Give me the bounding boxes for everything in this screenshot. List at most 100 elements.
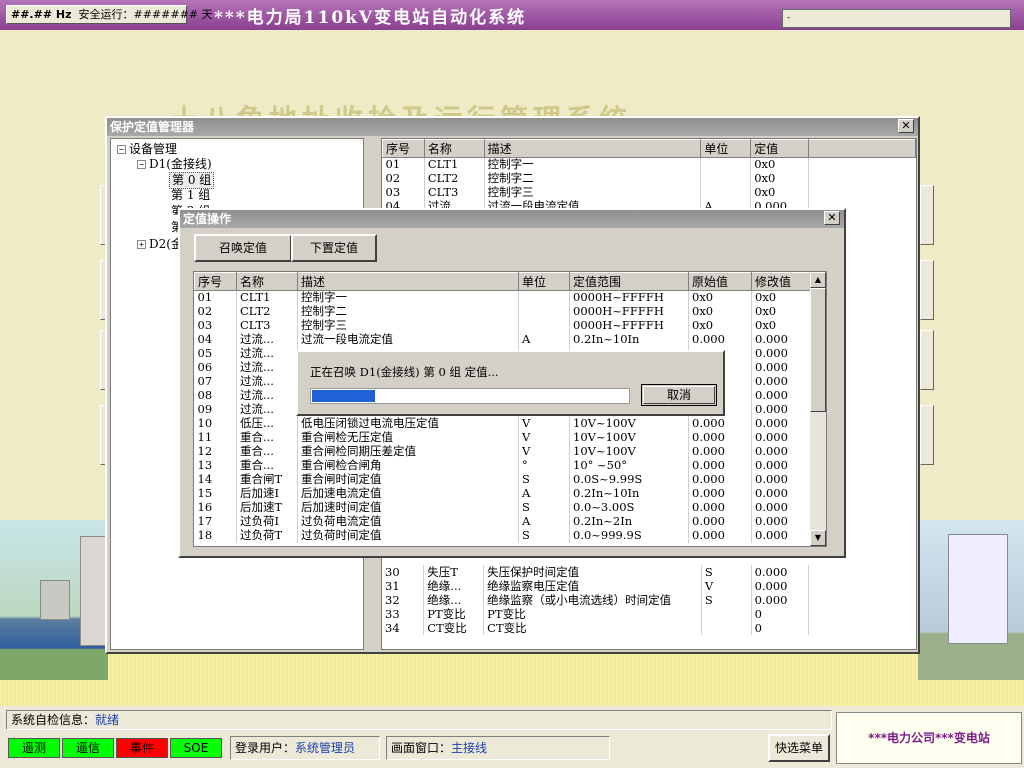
expand-icon[interactable]: + xyxy=(137,240,146,249)
table-cell: 0000H~FFFFH xyxy=(569,304,689,319)
indicator-telesignal[interactable]: 遥信 xyxy=(62,738,114,758)
table-row[interactable]: 34 CT变比 CT变比 0 xyxy=(382,621,916,635)
column-header[interactable]: 描述 xyxy=(297,272,519,291)
table-row[interactable]: 03 CLT3 控制字三 0x0 xyxy=(382,185,916,200)
table-row[interactable]: 17 过负荷I 过负荷电流定值 A 0.2In~2In 0.000 0.000 xyxy=(194,514,813,529)
operation-title: 定值操作 xyxy=(183,212,232,226)
collapse-icon[interactable]: − xyxy=(137,160,146,169)
column-header[interactable]: 单位 xyxy=(700,139,752,158)
setting-table-lower: 30 失压T 失压保护时间定值 S 0.000 31 绝缘... 绝缘监察电压定值 V 0.000… xyxy=(382,565,916,635)
table-row[interactable]: 18 过负荷T 过负荷时间定值 S 0.0~999.9S 0.000 0.000 xyxy=(194,528,813,543)
table-row[interactable]: 13 重合... 重合闸检合闸角 ° 10° ~50° 0.000 0.000 xyxy=(194,458,813,473)
table-row[interactable]: 31 绝缘... 绝缘监察电压定值 V 0.000 xyxy=(382,579,916,593)
manager-titlebar: 保护定值管理器 ✕ xyxy=(107,118,918,136)
table-cell: S xyxy=(518,500,570,515)
user-label: 登录用户： xyxy=(235,741,296,755)
column-header[interactable]: 定值 xyxy=(750,139,809,158)
table-cell: 10° ~50° xyxy=(569,458,689,473)
close-icon[interactable]: ✕ xyxy=(898,119,914,133)
table-row[interactable]: 04 过流... 过流一段电流定值 A 0.2In~10In 0.000 0.000 xyxy=(194,332,813,347)
table-cell: 失压T xyxy=(423,565,485,579)
table-cell: 34 xyxy=(382,621,425,635)
table-cell: 02 xyxy=(194,304,237,319)
vertical-scrollbar[interactable]: ▲ ▼ xyxy=(810,272,826,546)
indicator-soe[interactable]: SOE xyxy=(170,738,222,758)
table-cell: 0.000 xyxy=(751,430,813,445)
table-cell: CLT1 xyxy=(236,290,298,305)
column-header[interactable]: 名称 xyxy=(423,139,485,158)
column-header[interactable]: 序号 xyxy=(382,139,425,158)
column-header-empty xyxy=(807,139,916,158)
scroll-up-icon[interactable]: ▲ xyxy=(810,272,826,288)
table-row[interactable]: 10 低压... 低电压闭锁过电流电压定值 V 10V~100V 0.000 0.000 xyxy=(194,416,813,431)
title-bar: ##.## Hz 安全运行：####### 天 ***电力局110kV变电站自动… xyxy=(0,0,1024,30)
table-row[interactable]: 01 CLT1 控制字一 0000H~FFFFH 0x0 0x0 xyxy=(194,290,813,305)
table-cell: 0x0 xyxy=(751,290,813,305)
table-cell: 过流... xyxy=(236,402,298,417)
column-header[interactable]: 单位 xyxy=(518,272,570,291)
scroll-down-icon[interactable]: ▼ xyxy=(810,530,826,546)
close-icon[interactable]: ✕ xyxy=(824,211,840,225)
tree-item-d2[interactable]: + D2(金 xyxy=(137,237,183,252)
column-header[interactable]: 名称 xyxy=(236,272,298,291)
table-cell: 0x0 xyxy=(688,290,752,305)
table-cell: PT变比 xyxy=(423,607,485,621)
table-cell: 0.000 xyxy=(688,528,752,543)
table-header: 序号 名称 描述 单位 定值 xyxy=(382,139,916,158)
table-cell: 绝缘监察（或小电流选线）时间定值 xyxy=(483,593,702,607)
table-row[interactable]: 11 重合... 重合闸检无压定值 V 10V~100V 0.000 0.000 xyxy=(194,430,813,445)
table-cell: 0.000 xyxy=(751,593,810,607)
setting-table: 序号 名称 描述 单位 定值 01 CLT1 控制字一 0x0 02 CLT2 控制字二 0x… xyxy=(382,139,916,214)
table-cell: A xyxy=(518,332,570,347)
background-panel-button xyxy=(920,185,934,245)
table-cell: 32 xyxy=(382,593,425,607)
table-row[interactable]: 32 绝缘... 绝缘监察（或小电流选线）时间定值 S 0.000 xyxy=(382,593,916,607)
tree-item-group-1[interactable]: 第 1 组 xyxy=(171,188,210,203)
table-row[interactable]: 03 CLT3 控制字三 0000H~FFFFH 0x0 0x0 xyxy=(194,318,813,333)
table-row[interactable]: 16 后加速T 后加速时间定值 S 0.0~3.00S 0.000 0.000 xyxy=(194,500,813,515)
table-cell: 14 xyxy=(194,472,237,487)
table-row[interactable]: 02 CLT2 控制字二 0x0 xyxy=(382,171,916,186)
top-right-input[interactable]: - xyxy=(782,9,1011,28)
table-cell: 0.0~999.9S xyxy=(569,528,689,543)
table-cell: 0.000 xyxy=(688,500,752,515)
table-row[interactable]: 33 PT变比 PT变比 0 xyxy=(382,607,916,621)
frequency-value: ##.## Hz xyxy=(11,8,72,21)
indicator-event[interactable]: 事件 xyxy=(116,738,168,758)
scrollbar-thumb[interactable] xyxy=(810,288,826,412)
table-cell: S xyxy=(518,528,570,543)
table-cell: 0x0 xyxy=(750,171,809,186)
table-cell: 重合闸检无压定值 xyxy=(297,430,519,445)
download-settings-button[interactable]: 下置定值 xyxy=(291,234,377,262)
quick-menu-button[interactable]: 快选菜单 xyxy=(768,734,830,762)
cancel-button[interactable]: 取消 xyxy=(641,384,717,406)
table-cell: CLT3 xyxy=(424,185,485,200)
table-row[interactable]: 14 重合闸T 重合闸时间定值 S 0.0S~9.99S 0.000 0.000 xyxy=(194,472,813,487)
table-row[interactable]: 01 CLT1 控制字一 0x0 xyxy=(382,157,916,172)
table-cell: S xyxy=(701,593,752,607)
table-cell: 10 xyxy=(194,416,237,431)
table-row[interactable]: 15 后加速I 后加速电流定值 A 0.2In~10In 0.000 0.000 xyxy=(194,486,813,501)
table-cell: 01 xyxy=(382,157,425,172)
tree-item-d1[interactable]: − D1(金接线) xyxy=(137,157,212,172)
manager-title: 保护定值管理器 xyxy=(110,120,195,134)
tree-item-root[interactable]: − 设备管理 xyxy=(117,142,177,157)
table-row[interactable]: 30 失压T 失压保护时间定值 S 0.000 xyxy=(382,565,916,579)
column-header[interactable]: 定值范围 xyxy=(569,272,689,291)
indicator-telemetry[interactable]: 遥测 xyxy=(8,738,60,758)
table-cell: 重合... xyxy=(236,458,298,473)
table-cell: 后加速电流定值 xyxy=(297,486,519,501)
column-header[interactable]: 序号 xyxy=(194,272,237,291)
background-panel-button xyxy=(920,260,934,320)
column-header[interactable]: 描述 xyxy=(483,139,702,158)
table-cell xyxy=(518,318,570,333)
table-row[interactable]: 12 重合... 重合闸检同期压差定值 V 10V~100V 0.000 0.000 xyxy=(194,444,813,459)
table-cell: 0.000 xyxy=(688,430,752,445)
table-cell: 控制字二 xyxy=(484,171,702,186)
column-header[interactable]: 原始值 xyxy=(688,272,752,291)
collapse-icon[interactable]: − xyxy=(117,145,126,154)
table-row[interactable]: 02 CLT2 控制字二 0000H~FFFFH 0x0 0x0 xyxy=(194,304,813,319)
column-header[interactable]: 修改值 xyxy=(751,272,813,291)
recall-settings-button[interactable]: 召唤定值 xyxy=(194,234,292,262)
tree-item-group-0[interactable]: 第 0 组 xyxy=(169,172,215,189)
